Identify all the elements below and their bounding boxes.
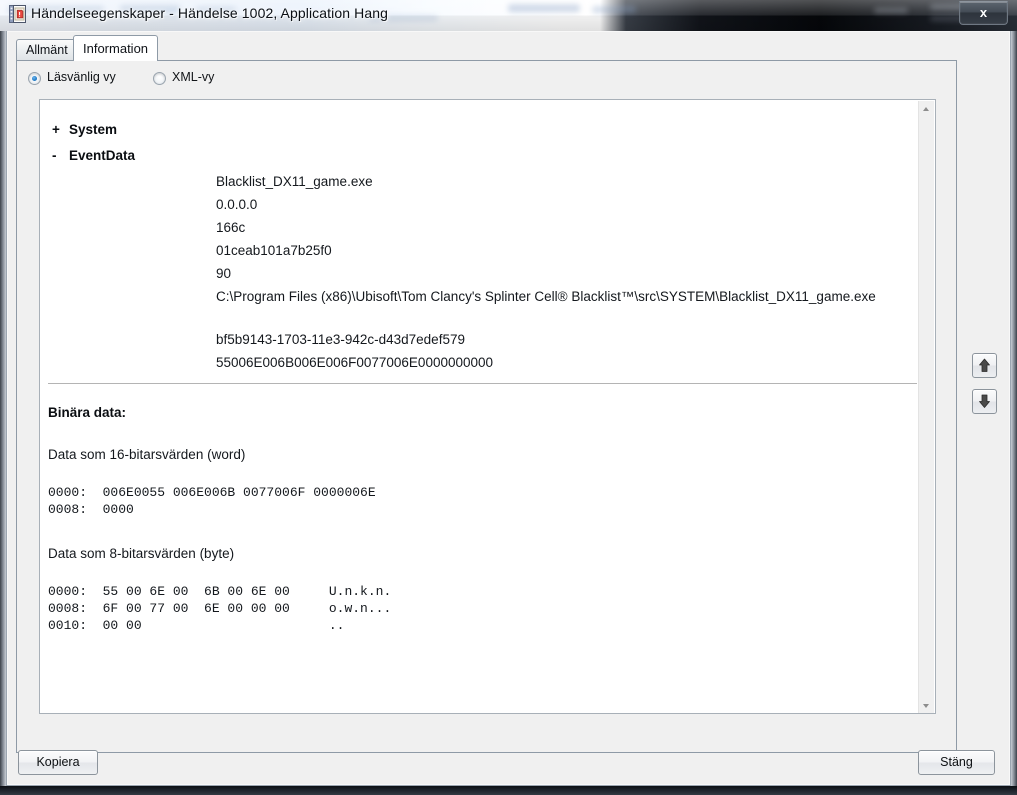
close-window-button[interactable]: x: [959, 1, 1008, 25]
tabstrip: Allmänt Information: [16, 35, 976, 61]
tab-information[interactable]: Information: [73, 35, 159, 61]
copy-button[interactable]: Kopiera: [18, 750, 98, 775]
eventdata-value-app-name: Blacklist_DX11_game.exe: [216, 174, 373, 189]
arrow-down-icon: [979, 394, 990, 408]
radio-friendly-view-label: Läsvänlig vy: [47, 70, 116, 84]
detail-divider: [48, 383, 917, 384]
tab-allmant[interactable]: Allmänt: [16, 39, 78, 60]
window-border-right: [1011, 31, 1017, 786]
event-properties-window: Händelseegenskaper - Händelse 1002, Appl…: [0, 0, 1017, 795]
byte-data-label: Data som 8-bitarsvärden (byte): [48, 546, 235, 561]
window-border-bottom: [0, 786, 1017, 795]
binary-data-heading: Binära data:: [48, 405, 127, 420]
byte-data-row-1: 0008: 6F 00 77 00 6E 00 00 00 o.w.n...: [48, 601, 392, 616]
event-log-properties-icon: [9, 5, 26, 23]
eventdata-value-hang-binary: 55006E006B006E006F0077006E0000000000: [216, 355, 494, 370]
previous-event-button[interactable]: [972, 353, 997, 378]
detail-panel-scrollbar[interactable]: [918, 101, 934, 713]
event-detail-panel[interactable]: + System - EventData Blacklist_DX11_game…: [39, 99, 936, 714]
word-data-row-1: 0008: 0000: [48, 502, 134, 517]
scroll-down-button[interactable]: [919, 698, 934, 713]
close-button[interactable]: Stäng: [918, 750, 995, 775]
window-title: Händelseegenskaper - Händelse 1002, Appl…: [31, 5, 388, 21]
eventdata-value-start-time: 01ceab101a7b25f0: [216, 243, 332, 258]
eventdata-value-process-id: 166c: [216, 220, 246, 235]
next-event-button[interactable]: [972, 389, 997, 414]
byte-data-row-0: 0000: 55 00 6E 00 6B 00 6E 00 U.n.k.n.: [48, 584, 392, 599]
arrow-up-icon: [979, 358, 990, 372]
eventdata-value-app-version: 0.0.0.0: [216, 197, 258, 212]
word-data-label: Data som 16-bitarsvärden (word): [48, 447, 246, 462]
scroll-down-arrow-icon: [923, 704, 929, 708]
tab-page-information: Läsvänlig vy XML-vy + System - EventData…: [16, 60, 957, 753]
eventdata-value-app-path: C:\Program Files (x86)\Ubisoft\Tom Clanc…: [216, 289, 876, 304]
event-detail-content: + System - EventData Blacklist_DX11_game…: [40, 100, 920, 713]
scroll-up-button[interactable]: [919, 101, 934, 117]
eventdata-value-report-id: bf5b9143-1703-11e3-942c-d43d7edef579: [216, 332, 465, 347]
radio-xml-view-label: XML-vy: [172, 70, 215, 84]
dialog-client-area: Allmänt Information Läsvänlig vy XML-vy …: [6, 31, 1011, 786]
eventdata-node-expander[interactable]: -: [52, 148, 57, 163]
eventdata-value-terminate: 90: [216, 266, 232, 281]
titlebar[interactable]: Händelseegenskaper - Händelse 1002, Appl…: [0, 0, 1017, 31]
tree-node-eventdata[interactable]: EventData: [69, 148, 135, 163]
radio-friendly-view-dot: [28, 72, 41, 85]
system-node-expander[interactable]: +: [52, 122, 60, 137]
tree-node-system[interactable]: System: [69, 122, 117, 137]
word-data-row-0: 0000: 006E0055 006E006B 0077006F 0000006…: [48, 485, 376, 500]
byte-data-row-2: 0010: 00 00 ..: [48, 618, 345, 633]
radio-xml-view-dot: [153, 72, 166, 85]
scroll-up-arrow-icon: [923, 107, 929, 111]
